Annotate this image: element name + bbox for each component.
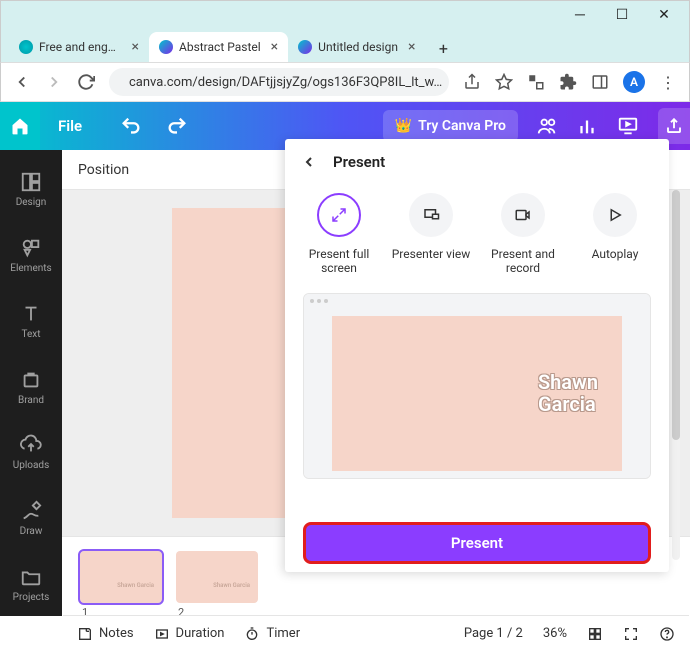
sidebar-item-elements[interactable]: Elements [0,224,62,288]
tab-close-icon[interactable]: × [271,39,278,55]
thumb-text: Shawn Garcia [213,582,250,589]
file-menu[interactable]: File [40,117,100,135]
help-icon[interactable] [659,626,675,642]
fullscreen-icon[interactable] [623,626,639,642]
back-button[interactable] [299,152,319,172]
crown-icon: 👑 [395,118,412,134]
favicon-icon [19,40,33,54]
zoom-level[interactable]: 36% [543,626,567,641]
back-button[interactable] [13,72,31,92]
browser-tabstrip: Free and engaging × Abstract Pastel × Un… [0,28,690,62]
option-present-full-screen[interactable]: Present full screen [296,193,382,275]
undo-button[interactable] [120,115,142,137]
position-button[interactable]: Position [78,162,129,178]
sidebar-item-projects[interactable]: Projects [0,552,62,616]
new-tab-button[interactable]: + [429,34,457,62]
try-pro-button[interactable]: 👑 Try Canva Pro [383,110,518,142]
uploads-icon [20,434,42,456]
browser-tab-1[interactable]: Abstract Pastel × [149,32,288,62]
window-minimize[interactable]: ─ [573,8,587,22]
video-icon [514,206,532,224]
page-indicator[interactable]: Page 1 / 2 [464,626,523,641]
home-button[interactable] [0,102,40,150]
sidebar-label: Draw [20,526,43,537]
sidebar-label: Projects [13,592,50,603]
share-icon[interactable] [463,73,481,91]
browser-tab-2[interactable]: Untitled design × [288,32,425,62]
window-close[interactable]: ✕ [657,8,671,22]
sidebar-item-text[interactable]: Text [0,289,62,353]
brand-icon [20,369,42,391]
translate-icon[interactable] [527,73,545,91]
favicon-icon [159,40,173,54]
option-label: Presenter view [392,247,471,261]
tab-close-icon[interactable]: × [132,39,139,55]
thumb-text: Shawn Garcia [117,582,154,589]
text-icon [20,303,42,325]
design-icon [20,171,42,193]
sidebar-item-brand[interactable]: Brand [0,355,62,419]
present-button[interactable]: Present [303,522,651,564]
sidebar-label: Uploads [13,460,49,471]
present-popover: Present Present full screen Presenter vi… [285,139,669,572]
redo-button[interactable] [166,115,188,137]
window-maximize[interactable]: ☐ [615,8,629,22]
browser-toolbar: canva.com/design/DAFtjjsjyZg/ogs136F3QP8… [0,62,690,102]
extensions-icon[interactable] [559,73,577,91]
thumbnail-1[interactable]: Shawn Garcia 1 [80,551,162,603]
expand-icon [330,206,348,224]
sidebar-item-design[interactable]: Design [0,158,62,222]
timer-button[interactable]: Timer [244,626,300,642]
sidebar-label: Elements [10,263,51,274]
url-text: canva.com/design/DAFtjjsjyZg/ogs136F3QP8… [129,75,442,90]
notes-button[interactable]: Notes [77,626,134,642]
favicon-icon [298,40,312,54]
option-presenter-view[interactable]: Presenter view [388,193,474,275]
tab-title: Free and engaging [39,40,122,54]
duration-icon [154,626,170,642]
present-preview: Shawn Garcia [303,293,651,479]
browser-tab-0[interactable]: Free and engaging × [9,32,149,62]
thumbnail-2[interactable]: Shawn Garcia 2 [176,551,258,603]
sidebar-label: Brand [18,395,44,406]
notes-icon [77,626,93,642]
profile-avatar[interactable]: A [623,71,645,93]
timer-icon [244,626,260,642]
reload-button[interactable] [77,72,95,92]
tab-close-icon[interactable]: × [408,39,415,55]
play-icon [606,206,624,224]
option-label: Present and record [480,247,566,275]
duration-button[interactable]: Duration [154,626,225,642]
preview-slide-text: Shawn Garcia [538,371,598,415]
tab-title: Untitled design [318,40,398,54]
sidebar-item-uploads[interactable]: Uploads [0,421,62,485]
option-label: Present full screen [296,247,382,275]
elements-icon [20,237,42,259]
bottom-bar: Notes Duration Timer Page 1 / 2 36% [63,615,689,651]
present-icon[interactable] [616,115,640,137]
draw-icon [20,500,42,522]
popover-scrollbar[interactable] [672,190,680,560]
left-sidebar: Design Elements Text Brand Uploads Draw … [0,150,62,616]
option-autoplay[interactable]: Autoplay [572,193,658,275]
option-present-and-record[interactable]: Present and record [480,193,566,275]
presenter-icon [422,206,440,224]
popover-title: Present [333,153,385,171]
tab-title: Abstract Pastel [179,40,261,54]
star-icon[interactable] [495,73,513,91]
analytics-icon[interactable] [576,115,598,137]
try-pro-label: Try Canva Pro [418,118,506,134]
grid-view-icon[interactable] [587,626,603,642]
forward-button[interactable] [45,72,63,92]
sidebar-label: Design [16,197,47,208]
sidebar-label: Text [21,329,40,340]
collaborators-icon[interactable] [536,115,558,137]
projects-icon [20,566,42,588]
kebab-menu-icon[interactable]: ⋮ [659,73,677,91]
side-panel-icon[interactable] [591,73,609,91]
url-field[interactable]: canva.com/design/DAFtjjsjyZg/ogs136F3QP8… [109,68,449,96]
sidebar-item-draw[interactable]: Draw [0,487,62,551]
option-label: Autoplay [592,247,639,261]
